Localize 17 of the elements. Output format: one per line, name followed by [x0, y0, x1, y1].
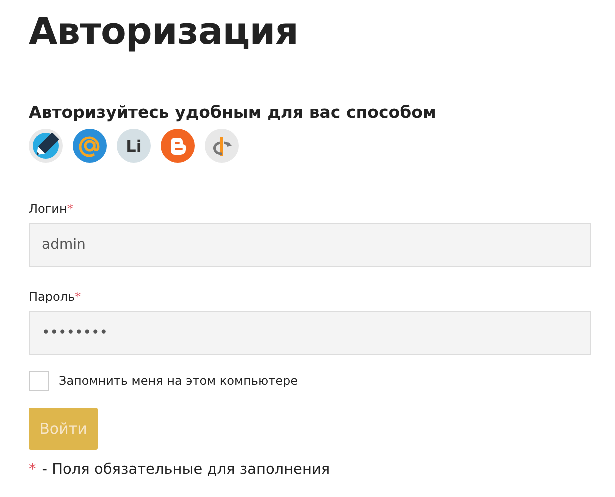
input-field[interactable]: ••••••••: [29, 311, 591, 355]
at-sign-icon[interactable]: [73, 129, 107, 163]
pencil-icon[interactable]: [29, 129, 63, 163]
input-field[interactable]: admin: [29, 223, 591, 267]
field-label: Пароль: [29, 289, 76, 305]
field-label: Логин: [29, 201, 68, 217]
required-note: - Поля обязательные для заполнения: [42, 462, 330, 478]
openid-icon[interactable]: [205, 129, 239, 163]
checkbox[interactable]: [29, 371, 49, 391]
asterisk: *: [67, 201, 74, 217]
checkbox-label: Запомнить меня на этом компьютере: [59, 374, 298, 388]
asterisk: *: [29, 462, 36, 478]
page-title: Авторизация: [29, 9, 300, 55]
li-icon[interactable]: Li: [117, 129, 151, 163]
section-heading: Авторизуйтесь удобным для вас способом: [29, 102, 438, 124]
blog-icon[interactable]: [161, 129, 195, 163]
asterisk: *: [75, 289, 82, 305]
